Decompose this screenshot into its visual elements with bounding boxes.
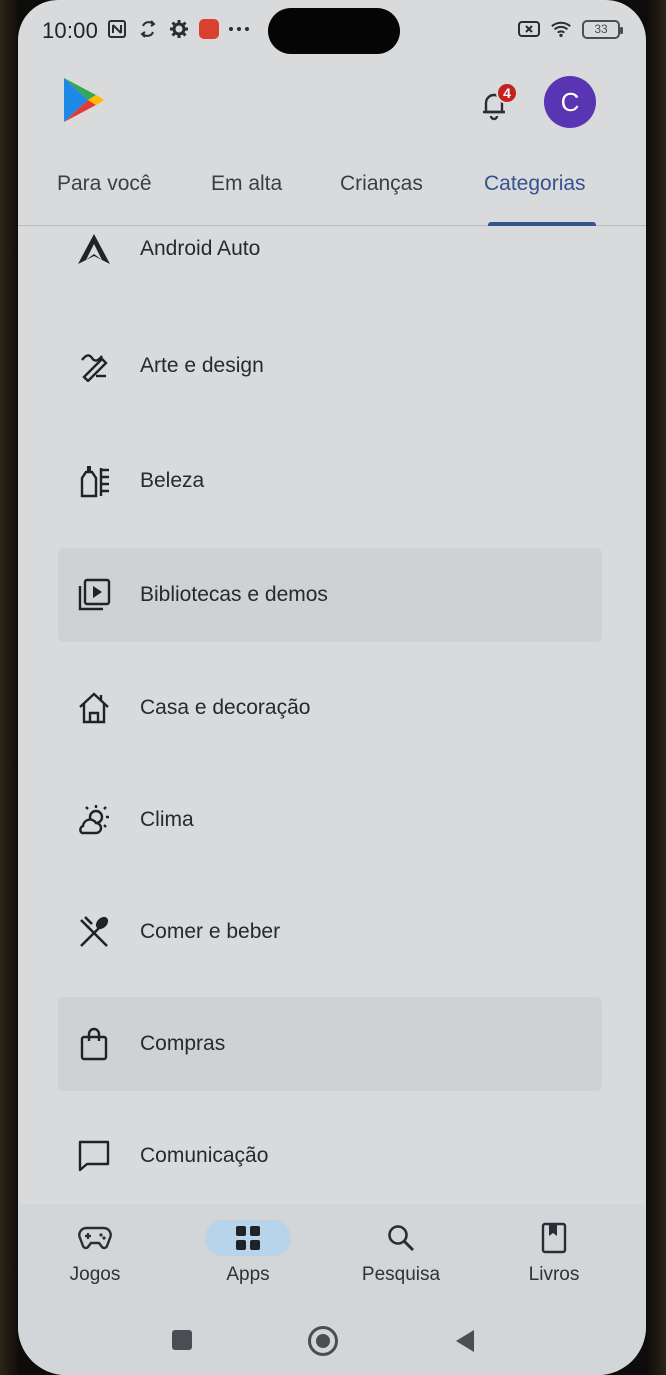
nav-pesquisa[interactable]: Pesquisa bbox=[341, 1218, 461, 1298]
recents-button[interactable] bbox=[172, 1330, 192, 1350]
more-icon bbox=[228, 18, 250, 40]
app-notification-icon bbox=[199, 19, 219, 39]
category-item-android-auto[interactable]: Android Auto bbox=[58, 226, 602, 296]
category-item-clima[interactable]: Clima bbox=[58, 773, 602, 867]
category-label: Casa e decoração bbox=[140, 696, 311, 719]
notification-badge: 4 bbox=[496, 82, 518, 104]
pen-brush-icon bbox=[74, 346, 114, 386]
category-item-casa-e-decoracao[interactable]: Casa e decoração bbox=[58, 661, 602, 755]
shopping-bag-icon bbox=[74, 1024, 114, 1064]
nav-livros[interactable]: Livros bbox=[494, 1218, 614, 1298]
tab-bar: Para você Em alta Crianças Categorias bbox=[18, 154, 646, 226]
nav-label: Apps bbox=[226, 1264, 270, 1285]
tab-categorias[interactable]: Categorias bbox=[484, 172, 586, 196]
app-header: 4 C bbox=[18, 64, 646, 144]
nav-label: Jogos bbox=[69, 1264, 121, 1285]
category-list: Android Auto Arte e design Beleza Biblio… bbox=[18, 226, 646, 1204]
tab-criancas[interactable]: Crianças bbox=[340, 172, 423, 196]
category-item-comer-e-beber[interactable]: Comer e beber bbox=[58, 885, 602, 979]
category-label: Comunicação bbox=[140, 1144, 269, 1167]
back-button[interactable] bbox=[456, 1330, 474, 1352]
category-item-beleza[interactable]: Beleza bbox=[58, 434, 602, 528]
tab-para-voce[interactable]: Para você bbox=[57, 172, 152, 196]
nav-label: Livros bbox=[528, 1264, 580, 1285]
battery-icon: 33 bbox=[582, 19, 623, 39]
category-label: Android Auto bbox=[140, 237, 261, 260]
category-label: Beleza bbox=[140, 469, 205, 492]
status-time: 10:00 bbox=[42, 18, 99, 43]
status-bar: 10:00 33 bbox=[18, 0, 646, 64]
category-label: Clima bbox=[140, 808, 194, 831]
screen: 10:00 33 4 C Para você Em alta Crianças … bbox=[18, 0, 646, 1375]
chat-bubble-icon bbox=[74, 1136, 114, 1176]
category-label: Compras bbox=[140, 1032, 226, 1055]
tab-em-alta[interactable]: Em alta bbox=[211, 172, 282, 196]
video-library-icon bbox=[74, 575, 114, 615]
wifi-icon bbox=[550, 18, 572, 40]
home-button[interactable] bbox=[308, 1326, 338, 1356]
gear-icon bbox=[168, 18, 190, 40]
system-nav-bar bbox=[18, 1308, 646, 1375]
sim-off-icon bbox=[518, 18, 540, 40]
category-item-comunicacao[interactable]: Comunicação bbox=[58, 1109, 602, 1203]
sync-icon bbox=[137, 18, 159, 40]
category-label: Bibliotecas e demos bbox=[140, 583, 328, 606]
bottom-nav: Jogos Apps Pesquisa Livros bbox=[18, 1204, 646, 1308]
avatar[interactable]: C bbox=[544, 76, 596, 128]
category-item-compras[interactable]: Compras bbox=[58, 997, 602, 1091]
apps-grid-icon bbox=[228, 1222, 268, 1254]
beauty-bottle-icon bbox=[74, 461, 114, 501]
google-play-logo[interactable] bbox=[62, 76, 104, 124]
nav-jogos[interactable]: Jogos bbox=[35, 1218, 155, 1298]
status-icons-right: 33 bbox=[518, 18, 623, 40]
nav-apps[interactable]: Apps bbox=[188, 1218, 308, 1298]
house-icon bbox=[74, 688, 114, 728]
bookmark-book-icon bbox=[534, 1222, 574, 1254]
category-item-arte-e-design[interactable]: Arte e design bbox=[58, 319, 602, 413]
category-item-bibliotecas-e-demos[interactable]: Bibliotecas e demos bbox=[58, 548, 602, 642]
nfc-icon bbox=[106, 18, 128, 40]
category-label: Comer e beber bbox=[140, 920, 281, 943]
category-label: Arte e design bbox=[140, 354, 264, 377]
gamepad-icon bbox=[75, 1222, 115, 1254]
weather-icon bbox=[74, 800, 114, 840]
search-icon bbox=[381, 1222, 421, 1254]
android-auto-icon bbox=[74, 229, 114, 269]
cutlery-icon bbox=[74, 912, 114, 952]
camera-notch bbox=[268, 8, 400, 54]
status-icons-left bbox=[106, 18, 250, 40]
nav-label: Pesquisa bbox=[361, 1264, 441, 1285]
